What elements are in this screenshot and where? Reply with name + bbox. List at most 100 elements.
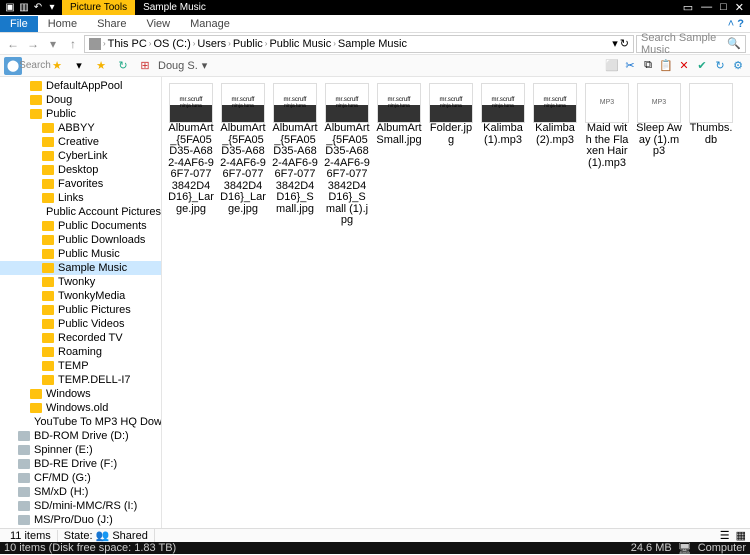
select-icon[interactable]: ⬜	[604, 58, 620, 74]
tree-node[interactable]: Favorites	[0, 177, 161, 191]
drive-icon	[18, 473, 30, 483]
tree-node[interactable]: Roaming	[0, 345, 161, 359]
tree-node[interactable]: MS/Pro/Duo (J:)	[0, 513, 161, 527]
file-item[interactable]: mr.scruffninja tunaAlbumArt_{5FA05D35-A6…	[322, 81, 372, 229]
tree-node[interactable]: Creative	[0, 135, 161, 149]
star-icon[interactable]: ★	[48, 57, 66, 75]
chevron-down-icon[interactable]: ▾	[70, 57, 88, 75]
file-item[interactable]: Thumbs.db	[686, 81, 736, 229]
tab-home[interactable]: Home	[38, 16, 87, 32]
tree-node[interactable]: TEMP.DELL-I7	[0, 373, 161, 387]
tree-node[interactable]: Doug	[0, 93, 161, 107]
tree-node[interactable]: TwonkyMedia	[0, 289, 161, 303]
file-item[interactable]: Sleep Away (1).mp3	[634, 81, 684, 229]
breadcrumb[interactable]: › This PC› OS (C:)› Users› Public› Publi…	[84, 35, 634, 53]
search-icon[interactable]: 🔍	[727, 37, 741, 50]
back-button[interactable]: ←	[4, 37, 22, 51]
tree-node[interactable]: CyberLink	[0, 149, 161, 163]
undo-icon[interactable]: ↶	[32, 2, 44, 14]
thumbnail: mr.scruffninja tuna	[169, 83, 213, 123]
folder-icon	[42, 375, 54, 385]
close-button[interactable]: ✕	[735, 1, 744, 14]
tree-node[interactable]: BD-ROM Drive (D:)	[0, 429, 161, 443]
dropdown-icon[interactable]: ▾	[46, 2, 58, 14]
context-tab-picture-tools[interactable]: Picture Tools	[62, 0, 135, 15]
file-item[interactable]: mr.scruffninja tunaKalimba (1).mp3	[478, 81, 528, 229]
maximize-button[interactable]: □	[720, 1, 727, 14]
details-view-icon[interactable]: ☰	[720, 529, 730, 542]
tree-node[interactable]: BD-RE Drive (F:)	[0, 457, 161, 471]
folder-icon	[42, 193, 54, 203]
tree-node[interactable]: Windows	[0, 387, 161, 401]
tree-node[interactable]: Links	[0, 191, 161, 205]
tree-node[interactable]: Windows.old	[0, 401, 161, 415]
file-item[interactable]: mr.scruffninja tunaAlbumArtSmall.jpg	[374, 81, 424, 229]
ribbon-help[interactable]: ˄ ?	[728, 18, 750, 30]
tree-node[interactable]: Sample Music	[0, 261, 161, 275]
tree-node[interactable]: Twonky	[0, 275, 161, 289]
thumbnails-view-icon[interactable]: ▦	[736, 529, 746, 542]
tree-node[interactable]: Public Account Pictures	[0, 205, 161, 219]
recent-dropdown[interactable]: ▾	[44, 37, 62, 51]
properties-icon[interactable]: ▥	[18, 2, 30, 14]
file-list[interactable]: mr.scruffninja tunaAlbumArt_{5FA05D35-A6…	[162, 77, 750, 528]
crumb[interactable]: Users	[197, 38, 226, 50]
crumb[interactable]: OS (C:)	[153, 38, 190, 50]
tree-node[interactable]: SD/mini-MMC/RS (I:)	[0, 499, 161, 513]
ribbon-collapse-icon[interactable]: ▭	[683, 1, 693, 14]
tree-node[interactable]: Desktop	[0, 163, 161, 177]
tree-node[interactable]: Public Downloads	[0, 233, 161, 247]
chevron-right-icon[interactable]: ›	[103, 39, 106, 48]
up-button[interactable]: ↑	[64, 37, 82, 51]
address-dropdown[interactable]: ▾	[612, 37, 618, 50]
file-item[interactable]: mr.scruffninja tunaAlbumArt_{5FA05D35-A6…	[166, 81, 216, 229]
tree-node[interactable]: CF/MD (G:)	[0, 471, 161, 485]
file-item[interactable]: mr.scruffninja tunaFolder.jpg	[426, 81, 476, 229]
main-area: DefaultAppPoolDougPublicABBYYCreativeCyb…	[0, 77, 750, 528]
file-item[interactable]: mr.scruffninja tunaAlbumArt_{5FA05D35-A6…	[218, 81, 268, 229]
tab-share[interactable]: Share	[87, 16, 136, 32]
refresh-button[interactable]: ↻	[620, 37, 629, 50]
tree-node[interactable]: Recorded TV	[0, 331, 161, 345]
cut-icon[interactable]: ✂	[622, 58, 638, 74]
tab-view[interactable]: View	[136, 16, 180, 32]
tree-node[interactable]: Spinner (E:)	[0, 443, 161, 457]
forward-button[interactable]: →	[24, 37, 42, 51]
tab-manage[interactable]: Manage	[180, 16, 240, 32]
search-input[interactable]: Search Sample Music 🔍	[636, 35, 746, 53]
favorite-icon[interactable]: ★	[92, 57, 110, 75]
tree-node[interactable]: TEMP	[0, 359, 161, 373]
folder-icon	[42, 137, 54, 147]
sync-icon[interactable]: ↻	[114, 57, 132, 75]
tree-node[interactable]: YouTube To MP3 HQ Downloader	[0, 415, 161, 429]
crumb[interactable]: This PC	[108, 38, 147, 50]
tree-node[interactable]: ABBYY	[0, 121, 161, 135]
crumb[interactable]: Sample Music	[338, 38, 407, 50]
folder-tree[interactable]: DefaultAppPoolDougPublicABBYYCreativeCyb…	[0, 77, 162, 528]
thumbnail: mr.scruffninja tuna	[481, 83, 525, 123]
apps-icon[interactable]: ⊞	[136, 57, 154, 75]
rename-icon[interactable]: ✔	[694, 58, 710, 74]
paste-icon[interactable]: 📋	[658, 58, 674, 74]
file-item[interactable]: mr.scruffninja tunaKalimba (2).mp3	[530, 81, 580, 229]
tree-node[interactable]: Public Documents	[0, 219, 161, 233]
tree-label: DefaultAppPool	[46, 80, 122, 92]
tree-node[interactable]: Public Pictures	[0, 303, 161, 317]
tree-node[interactable]: Public Videos	[0, 317, 161, 331]
crumb[interactable]: Public Music	[269, 38, 331, 50]
file-item[interactable]: mr.scruffninja tunaAlbumArt_{5FA05D35-A6…	[270, 81, 320, 229]
file-tab[interactable]: File	[0, 16, 38, 32]
copy-icon[interactable]: ⧉	[640, 58, 656, 74]
tree-node[interactable]: DefaultAppPool	[0, 79, 161, 93]
file-item[interactable]: Maid with the Flaxen Hair (1).mp3	[582, 81, 632, 229]
chevron-down-icon[interactable]: ▾	[202, 59, 208, 72]
undo-icon[interactable]: ↻	[712, 58, 728, 74]
tree-node[interactable]: SM/xD (H:)	[0, 485, 161, 499]
tree-node[interactable]: Public Music	[0, 247, 161, 261]
delete-icon[interactable]: ✕	[676, 58, 692, 74]
properties-icon[interactable]: ⚙	[730, 58, 746, 74]
crumb[interactable]: Public	[233, 38, 263, 50]
tree-node[interactable]: Public	[0, 107, 161, 121]
minimize-button[interactable]: —	[701, 1, 712, 14]
folder-icon	[42, 263, 54, 273]
